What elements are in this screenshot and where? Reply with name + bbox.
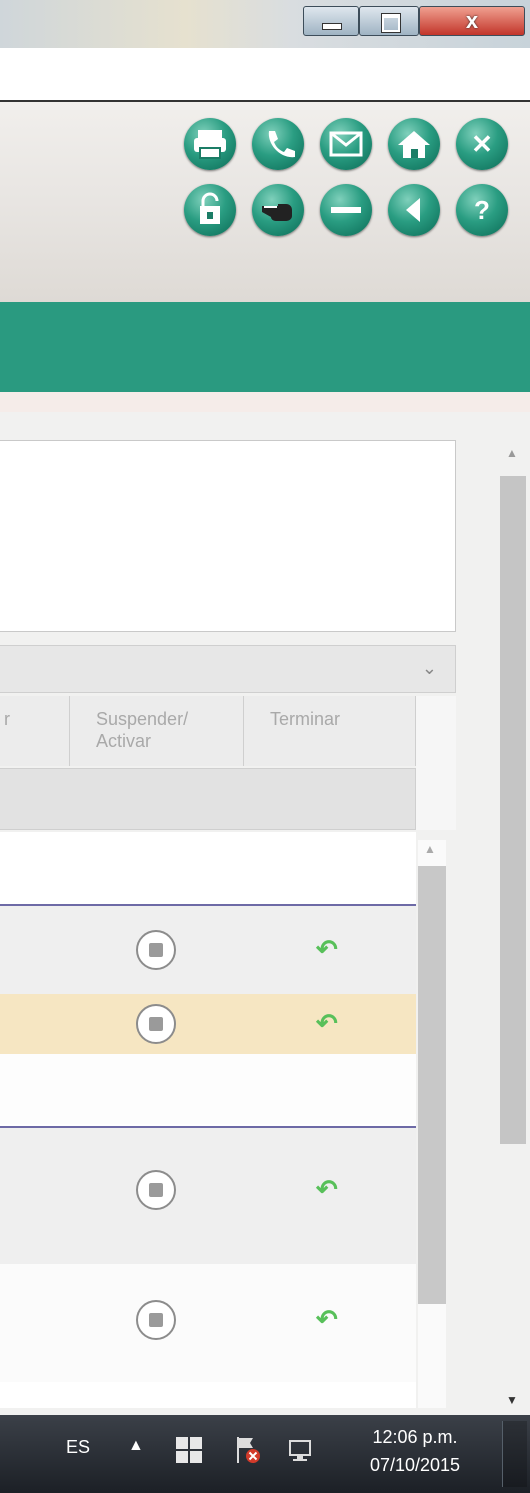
restore-icon — [382, 14, 400, 32]
scroll-up-arrow-icon[interactable]: ▲ — [506, 446, 518, 460]
back-icon[interactable] — [388, 184, 440, 236]
grid-group-header[interactable]: ⌄ — [0, 645, 456, 693]
mail-icon[interactable] — [320, 118, 372, 170]
terminate-arrow-icon[interactable]: ↶ — [316, 934, 346, 965]
grid-scroll-thumb[interactable] — [418, 866, 446, 1304]
table-row[interactable]: ↶ — [0, 1128, 416, 1264]
help-glyph: ? — [474, 195, 490, 225]
scroll-down-arrow-icon[interactable]: ▼ — [506, 1393, 518, 1407]
window-titlebar: x — [0, 0, 530, 48]
address-bar-area — [0, 48, 530, 102]
suspend-toggle[interactable] — [136, 1170, 176, 1210]
column-header-terminar[interactable]: Terminar — [244, 696, 416, 766]
teal-title-band — [0, 302, 530, 392]
action-center-flag-icon[interactable] — [234, 1435, 262, 1465]
column-label: Terminar — [270, 709, 341, 729]
clock-date: 07/10/2015 — [369, 1455, 461, 1475]
grid-scrollbar[interactable]: ▲ — [418, 840, 446, 1408]
scroll-up-arrow-icon[interactable]: ▲ — [424, 842, 436, 856]
chevron-down-icon[interactable]: ⌄ — [422, 658, 437, 679]
show-desktop-button[interactable] — [502, 1421, 527, 1487]
close-icon: x — [465, 8, 479, 33]
language-indicator[interactable]: ES — [66, 1437, 90, 1458]
clock-time: 12:06 p.m. — [372, 1427, 458, 1447]
suspend-toggle[interactable] — [136, 1004, 176, 1044]
help-icon[interactable]: ? — [456, 184, 508, 236]
column-header-suspender-activar[interactable]: Suspender/ Activar — [70, 696, 244, 766]
home-icon[interactable] — [388, 118, 440, 170]
suspend-toggle[interactable] — [136, 930, 176, 970]
close-window-button[interactable]: x — [419, 6, 525, 36]
show-hidden-icons-icon[interactable]: ▲ — [128, 1437, 144, 1455]
restore-button[interactable] — [359, 6, 419, 36]
suspend-toggle[interactable] — [136, 1300, 176, 1340]
close-icon[interactable]: ✕ — [456, 118, 508, 170]
column-header-partial[interactable]: r — [0, 696, 70, 766]
info-panel — [0, 440, 456, 632]
network-icon[interactable] — [288, 1437, 314, 1463]
windows-logo-icon[interactable] — [174, 1435, 204, 1465]
terminate-arrow-icon[interactable]: ↶ — [316, 1008, 346, 1039]
security-icon[interactable] — [184, 184, 236, 236]
column-label: Suspender/ Activar — [96, 709, 189, 751]
terminate-arrow-icon[interactable]: ↶ — [316, 1304, 346, 1335]
table-row[interactable]: ↶ — [0, 906, 416, 994]
minus-icon[interactable] — [320, 184, 372, 236]
table-row-empty — [0, 1054, 416, 1124]
separator-strip — [0, 392, 530, 412]
page-scrollbar[interactable]: ▲ ▼ — [496, 440, 530, 1415]
print-icon[interactable] — [184, 118, 236, 170]
page-scroll-thumb[interactable] — [500, 476, 526, 1144]
grid-column-headers: r Suspender/ Activar Terminar — [0, 696, 416, 766]
header-scroll-spacer — [416, 696, 456, 830]
terminate-arrow-icon[interactable]: ↶ — [316, 1174, 346, 1205]
windows-taskbar: ES ▲ 12:06 p.m. 07/10/2015 — [0, 1415, 530, 1493]
pointer-hand-icon[interactable] — [252, 184, 304, 236]
minimize-icon — [322, 23, 342, 30]
close-glyph: ✕ — [471, 129, 493, 159]
table-row[interactable]: ↶ — [0, 1264, 416, 1382]
column-label: r — [4, 709, 10, 729]
system-clock[interactable]: 12:06 p.m. 07/10/2015 — [350, 1423, 480, 1479]
table-row-selected[interactable]: ↶ — [0, 994, 416, 1054]
toolbar-icon-panel: ✕ ? — [182, 114, 516, 238]
grid-filter-row[interactable] — [0, 768, 416, 830]
grid-body: ↶ ↶ ↶ ↶ — [0, 832, 416, 1408]
phone-icon[interactable] — [252, 118, 304, 170]
minimize-button[interactable] — [303, 6, 359, 36]
